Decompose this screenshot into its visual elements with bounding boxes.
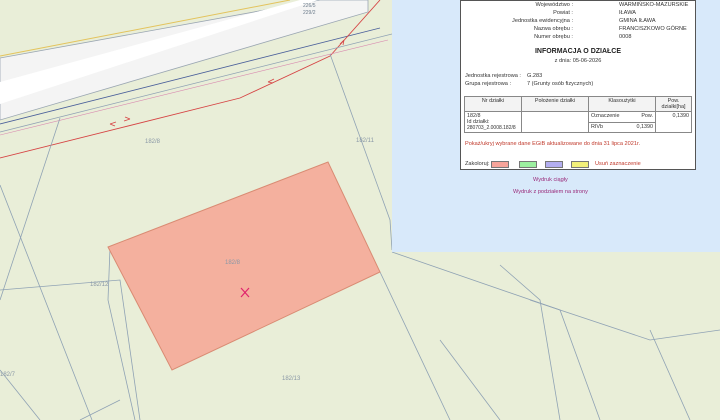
cell-land-class-values: RIVb 0,1390 xyxy=(588,121,656,133)
precinct-number-label: Numer obrębu : xyxy=(534,34,573,40)
cell-parcel: 182/8 Id działki: 280703_2.0008.182/8 xyxy=(464,111,522,133)
cell-land-class-subheader: Oznaczenie Pow. xyxy=(588,111,656,123)
parcel-table: Nr działki Położenie działki Klasoużytki… xyxy=(464,96,692,133)
col-parcel-number: Nr działki xyxy=(464,96,522,112)
parcel-label-selected: 182/8 xyxy=(225,260,241,266)
egib-notice-link[interactable]: Pokaż/ukryj wybrane dane EGiB aktualizow… xyxy=(465,141,640,147)
precinct-number-value: 0008 xyxy=(619,34,632,40)
road-label: 226/5 xyxy=(303,3,316,9)
road-label: 229/2 xyxy=(303,10,316,16)
cell-parcel-area: 0,1390 xyxy=(655,111,692,133)
color-swatch-purple[interactable] xyxy=(545,161,563,168)
color-swatch-green[interactable] xyxy=(519,161,537,168)
col-location: Położenie działki xyxy=(521,96,589,112)
color-swatch-yellow[interactable] xyxy=(571,161,589,168)
voivodeship-value: WARMIŃSKO-MAZURSKIE xyxy=(619,2,689,8)
cell-location xyxy=(521,111,589,133)
unit-row: Jednostka ewidencyjna : GMINA IŁAWA xyxy=(461,18,695,26)
land-class-value: RIVb xyxy=(591,123,603,130)
precinct-name-value: FRANCISZKOWO GÓRNE xyxy=(619,26,687,32)
sub-header-designation: Oznaczenie xyxy=(591,113,620,119)
registry-unit-value: G.283 xyxy=(527,73,543,79)
land-class-area: 0,1390 xyxy=(636,123,654,130)
color-row: Zakoloruj: xyxy=(465,161,490,170)
parcel-info-box: Województwo : WARMIŃSKO-MAZURSKIE Powiat… xyxy=(460,0,696,170)
col-land-class: Klasoużytki xyxy=(588,96,656,112)
parcel-label: 182/8 xyxy=(145,139,161,145)
print-pages-link[interactable]: Wydruk z podziałem na strony xyxy=(513,189,588,195)
parcel-id: 280703_2.0008.182/8 xyxy=(467,125,516,131)
registry-group-label: Grupa rejestrowa : xyxy=(465,81,512,87)
color-label: Zakoloruj: xyxy=(465,161,490,167)
voivodeship-label: Województwo : xyxy=(535,2,573,8)
info-title: INFORMACJA O DZIAŁCE xyxy=(534,48,622,55)
registry-unit-label: Jednostka rejestrowa : xyxy=(465,73,521,79)
precinct-name-label: Nazwa obrębu : xyxy=(533,26,573,32)
info-date: z dnia: 05-06-2026 xyxy=(554,58,602,64)
precinct-name-row: Nazwa obrębu : FRANCISZKOWO GÓRNE xyxy=(461,26,695,34)
parcel-label: 182/13 xyxy=(282,376,301,382)
county-label: Powiat : xyxy=(553,10,573,16)
unit-value: GMINA IŁAWA xyxy=(619,18,656,24)
parcel-label: 182/7 xyxy=(0,372,16,378)
county-row: Powiat : IŁAWA xyxy=(461,10,695,18)
precinct-number-row: Numer obrębu : 0008 xyxy=(461,34,695,42)
sub-header-area: Pow. xyxy=(641,113,653,119)
parcel-label: 182/11 xyxy=(356,138,374,144)
county-value: IŁAWA xyxy=(619,10,636,16)
clear-selection-link[interactable]: Usuń zaznaczenie xyxy=(595,161,641,167)
voivodeship-row: Województwo : WARMIŃSKO-MAZURSKIE xyxy=(461,2,695,10)
registry-group-value: 7 (Grunty osób fizycznych) xyxy=(527,81,594,87)
parcel-label: 182/12 xyxy=(90,282,109,288)
col-parcel-area: Pow. działki[ha] xyxy=(655,96,692,112)
unit-label: Jednostka ewidencyjna : xyxy=(512,18,573,24)
print-continuous-link[interactable]: Wydruk ciągły xyxy=(533,177,568,183)
registry-group-row: Grupa rejestrowa : 7 (Grunty osób fizycz… xyxy=(465,81,593,87)
registry-unit-row: Jednostka rejestrowa : G.283 xyxy=(465,73,542,79)
color-swatch-red[interactable] xyxy=(491,161,509,168)
